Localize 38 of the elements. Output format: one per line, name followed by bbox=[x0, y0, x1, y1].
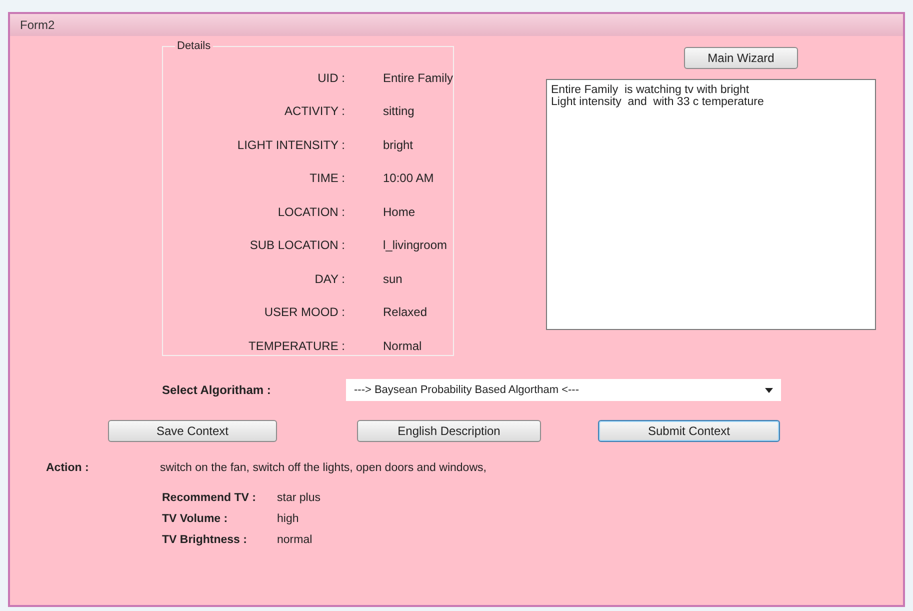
tv-value: normal bbox=[277, 534, 312, 546]
field-label: TIME : bbox=[308, 171, 345, 186]
field-value: Entire Family bbox=[382, 70, 453, 85]
description-line: Entire Family is watching tv with bright bbox=[551, 84, 750, 96]
tv-label: Recommend TV : bbox=[162, 492, 257, 504]
field-value: sun bbox=[383, 272, 402, 286]
main-wizard-button[interactable]: Main Wizard bbox=[684, 47, 798, 69]
action-button[interactable]: Submit Context bbox=[598, 420, 780, 442]
field-value: 10:00 AM bbox=[383, 171, 434, 186]
field-label: ACTIVITY : bbox=[284, 104, 345, 118]
group-legend: Details bbox=[175, 40, 213, 52]
field-label: UID : bbox=[316, 70, 345, 85]
description-line: Light intensity and with 33 c temperature bbox=[551, 96, 765, 108]
field-label: LIGHT INTENSITY : bbox=[236, 138, 345, 152]
field-value: Home bbox=[383, 204, 416, 219]
field-value: bright bbox=[383, 138, 414, 152]
tv-value: star plus bbox=[277, 492, 320, 504]
field-value: Normal bbox=[383, 338, 422, 353]
field-value: sitting bbox=[383, 104, 414, 118]
field-value: l_livingroom bbox=[383, 238, 448, 252]
tv-label: TV Volume : bbox=[162, 513, 229, 525]
tv-label: TV Brightness : bbox=[162, 534, 248, 546]
algorithm-label: Select Algoritham : bbox=[162, 383, 272, 397]
tv-value: high bbox=[277, 513, 299, 525]
caret-icon bbox=[765, 388, 773, 392]
algorithm-dropdown[interactable]: ---> Baysean Probability Based Algortham <--- bbox=[346, 379, 781, 401]
field-label: SUB LOCATION : bbox=[248, 238, 345, 252]
action-text: switch on the fan, switch off the lights, open doors and windows, bbox=[160, 462, 486, 474]
action-button[interactable]: English Description bbox=[357, 420, 541, 442]
field-label: DAY : bbox=[314, 272, 345, 286]
window-title: Form2 bbox=[20, 18, 55, 32]
field-label: LOCATION : bbox=[276, 204, 345, 219]
action-label: Action : bbox=[46, 462, 90, 474]
description-text-area[interactable]: Entire Family is watching tv with bright Light intensity and with 33 c temperature bbox=[546, 79, 876, 330]
field-value: Relaxed bbox=[383, 305, 428, 320]
action-button[interactable]: Save Context bbox=[108, 420, 277, 442]
field-label: USER MOOD : bbox=[263, 305, 345, 320]
field-label: TEMPERATURE : bbox=[248, 338, 345, 353]
